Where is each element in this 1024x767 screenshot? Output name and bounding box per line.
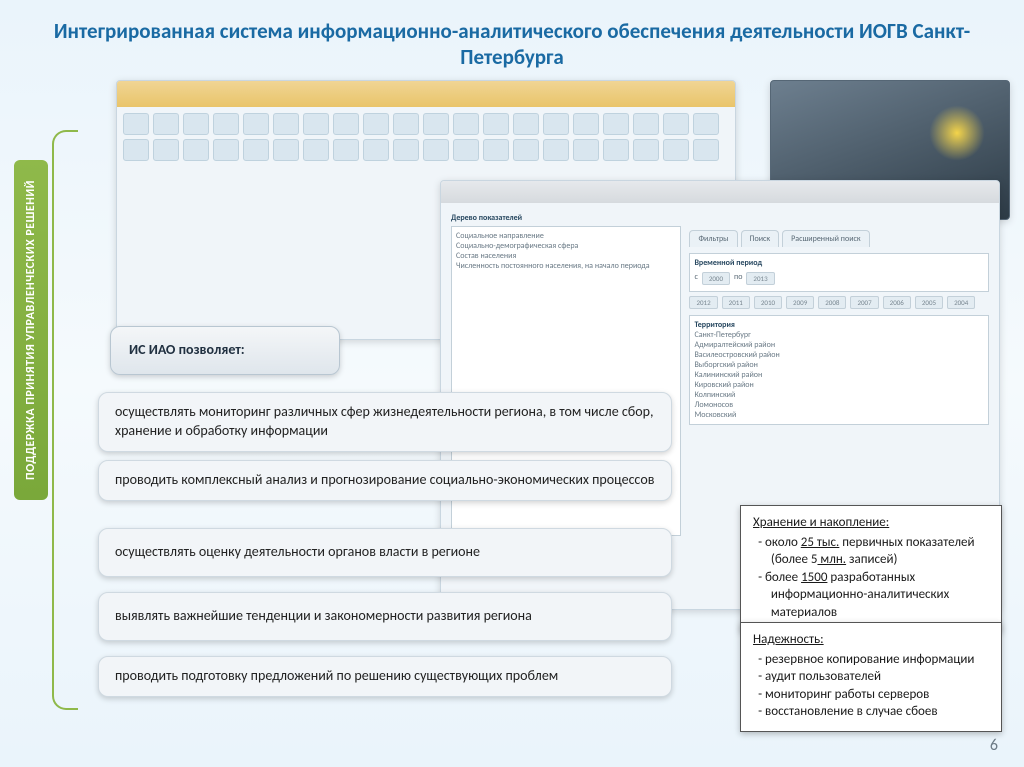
- year-chip: 2006: [883, 296, 911, 309]
- year-chip: 2012: [689, 296, 717, 309]
- tab-search: Поиск: [741, 230, 780, 247]
- pill-proposals: проводить подготовку предложений по реше…: [98, 656, 672, 697]
- period-label: Временной период: [694, 258, 984, 268]
- territory-item: Колпинский: [694, 390, 984, 400]
- vertical-tab-label: ПОДДЕРЖКА ПРИНЯТИЯ УПРАВЛЕНЧЕСКИХ РЕШЕНИ…: [24, 180, 38, 480]
- territory-item: Ломоносов: [694, 400, 984, 410]
- territory-item: Калининский район: [694, 370, 984, 380]
- pill-analysis: проводить комплексный анализ и прогнозир…: [98, 460, 672, 501]
- year-chip: 2011: [722, 296, 750, 309]
- infobox-reliability: Надежность: резервное копирование информ…: [740, 622, 1002, 732]
- reliability-item: резервное копирование информации: [765, 651, 989, 669]
- territory-item: Московский: [694, 410, 984, 420]
- tree-title: Дерево показателей: [451, 213, 989, 223]
- page-title: Интегрированная система информационно-ан…: [0, 0, 1024, 77]
- tab-filters: Фильтры: [689, 230, 737, 247]
- infobox-storage: Хранение и накопление: около 25 тыс. пер…: [740, 505, 1002, 632]
- front-tabs: Фильтры Поиск Расширенный поиск: [689, 230, 989, 247]
- years-row: 2012 2011 2010 2009 2008 2007 2006 2005 2004: [689, 296, 989, 309]
- year-from: 2000: [702, 272, 730, 285]
- territory-label: Территория: [694, 320, 984, 330]
- reliability-item: аудит пользователей: [765, 668, 989, 686]
- vertical-tab-support: ПОДДЕРЖКА ПРИНЯТИЯ УПРАВЛЕНЧЕСКИХ РЕШЕНИ…: [14, 160, 48, 500]
- year-chip: 2004: [947, 296, 975, 309]
- year-chip: 2007: [850, 296, 878, 309]
- reliability-item: восстановление в случае сбоев: [765, 703, 989, 721]
- page-number: 6: [990, 736, 998, 755]
- territory-item: Санкт-Петербург: [694, 330, 984, 340]
- year-to: 2013: [746, 272, 774, 285]
- year-chip: 2008: [818, 296, 846, 309]
- territory-item: Адмиралтейский район: [694, 340, 984, 350]
- territory-item: Василеостровский район: [694, 350, 984, 360]
- pill-evaluation: осуществлять оценку деятельности органов…: [98, 528, 672, 577]
- pill-trends: выявлять важнейшие тенденции и закономер…: [98, 592, 672, 641]
- tab-adv-search: Расширенный поиск: [782, 230, 870, 247]
- bracket-decor: [52, 130, 78, 710]
- reliability-item: мониторинг работы серверов: [765, 686, 989, 704]
- territory-list: Санкт-ПетербургАдмиралтейский районВасил…: [694, 330, 984, 420]
- lead-pill: ИС ИАО позволяет:: [110, 326, 340, 375]
- reliability-heading: Надежность:: [753, 631, 989, 649]
- year-chip: 2005: [915, 296, 943, 309]
- year-chip: 2010: [754, 296, 782, 309]
- pill-monitoring: осуществлять мониторинг различных сфер ж…: [98, 392, 672, 452]
- year-chip: 2009: [786, 296, 814, 309]
- territory-item: Выборгский район: [694, 360, 984, 370]
- territory-item: Кировский район: [694, 380, 984, 390]
- storage-heading: Хранение и накопление:: [753, 514, 989, 532]
